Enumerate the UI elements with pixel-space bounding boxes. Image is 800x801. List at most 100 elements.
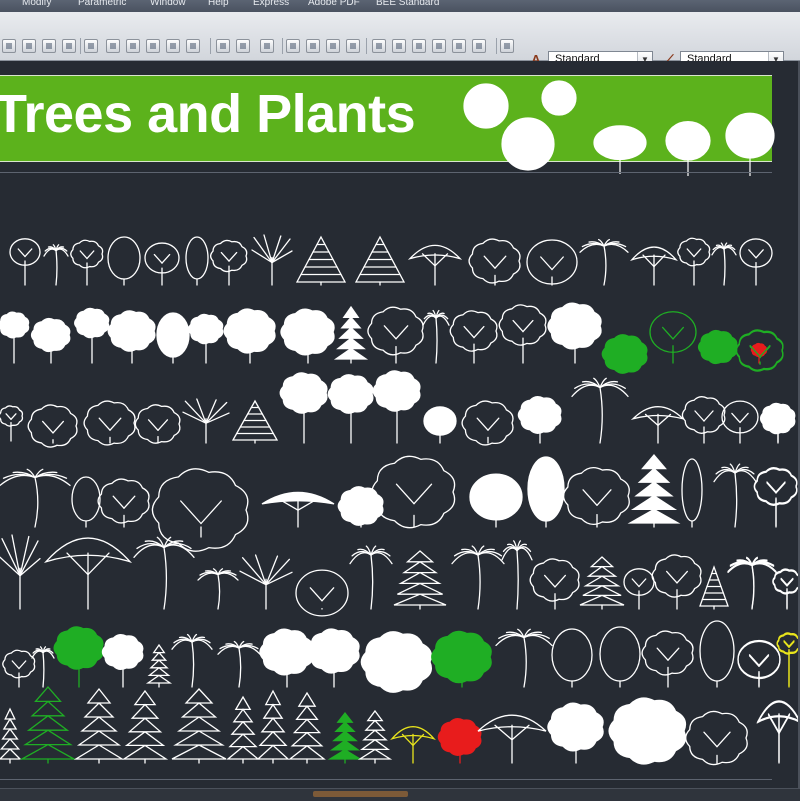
tree-block[interactable]	[197, 568, 239, 610]
tree-block[interactable]	[697, 329, 738, 365]
tree-block[interactable]	[171, 688, 227, 764]
tree-block[interactable]	[0, 405, 24, 442]
menu-modify[interactable]: Modify	[22, 0, 51, 8]
tree-block[interactable]	[0, 311, 30, 364]
menu-adobe-pdf[interactable]: Adobe PDF	[308, 0, 360, 8]
tree-block[interactable]	[53, 626, 104, 688]
tree-block[interactable]	[134, 404, 181, 444]
horizontal-scrollbar-thumb[interactable]	[313, 791, 408, 797]
toolbar-tool-button[interactable]	[84, 39, 98, 53]
tree-block[interactable]	[461, 400, 514, 446]
toolbar-tool-button[interactable]	[166, 39, 180, 53]
toolbar-tool-button[interactable]	[146, 39, 160, 53]
tree-block[interactable]	[681, 396, 726, 444]
toolbar-tool-button[interactable]	[452, 39, 466, 53]
tree-block[interactable]	[261, 491, 335, 528]
tree-block[interactable]	[9, 238, 41, 286]
tree-block[interactable]	[360, 631, 432, 693]
tree-block[interactable]	[333, 305, 369, 364]
tree-block[interactable]	[349, 545, 393, 610]
menu-express[interactable]: Express	[253, 0, 289, 8]
tree-block[interactable]	[73, 687, 125, 764]
toolbar-tool-button[interactable]	[216, 39, 230, 53]
menu-help[interactable]: Help	[208, 0, 229, 8]
tree-block[interactable]	[295, 569, 349, 617]
tree-block[interactable]	[279, 372, 328, 444]
tree-block[interactable]	[526, 239, 578, 286]
toolbar-tool-button[interactable]	[260, 39, 274, 53]
tree-block[interactable]	[699, 565, 729, 610]
tree-block[interactable]	[2, 649, 36, 688]
tree-block[interactable]	[677, 237, 711, 286]
tree-block[interactable]	[145, 643, 173, 688]
tree-block[interactable]	[451, 545, 505, 610]
tree-block[interactable]	[422, 309, 450, 364]
tree-block[interactable]	[390, 726, 436, 764]
tree-block[interactable]	[185, 236, 209, 286]
tree-block[interactable]	[209, 239, 248, 286]
toolbar-tool-button[interactable]	[412, 39, 426, 53]
tree-block[interactable]	[713, 463, 757, 528]
tree-block[interactable]	[468, 238, 521, 286]
toolbar-tool-button[interactable]	[392, 39, 406, 53]
tree-block[interactable]	[501, 540, 533, 610]
tree-block[interactable]	[71, 476, 101, 528]
tree-block[interactable]	[280, 308, 335, 364]
tree-block[interactable]	[685, 710, 748, 766]
tree-block[interactable]	[681, 458, 703, 528]
tree-block[interactable]	[337, 486, 384, 528]
tree-block[interactable]	[651, 554, 702, 610]
toolbar-tool-button[interactable]	[372, 39, 386, 53]
tree-block[interactable]	[601, 334, 648, 374]
toolbar-tool-button[interactable]	[306, 39, 320, 53]
tree-block[interactable]	[469, 473, 523, 528]
toolbar-tool-button[interactable]	[186, 39, 200, 53]
toolbar-tool-button[interactable]	[286, 39, 300, 53]
tree-block[interactable]	[0, 707, 22, 764]
tree-block[interactable]	[431, 630, 492, 688]
tree-block[interactable]	[295, 235, 347, 286]
tree-block[interactable]	[101, 633, 144, 688]
toolbar-tool-button[interactable]	[432, 39, 446, 53]
tree-block[interactable]	[19, 686, 77, 764]
tree-block[interactable]	[31, 646, 55, 688]
tree-block[interactable]	[251, 234, 293, 286]
toolbar-tool-button[interactable]	[2, 39, 16, 53]
tree-block[interactable]	[30, 317, 71, 364]
tree-block[interactable]	[495, 628, 553, 688]
tree-block[interactable]	[630, 406, 686, 444]
tree-block[interactable]	[97, 478, 150, 528]
toolbar-tool-button[interactable]	[346, 39, 360, 53]
toolbar-tool-button[interactable]	[236, 39, 250, 53]
tree-block[interactable]	[579, 556, 625, 610]
tree-block[interactable]	[43, 244, 69, 286]
tree-block[interactable]	[171, 633, 213, 688]
tree-block[interactable]	[608, 697, 687, 765]
tree-block[interactable]	[547, 702, 604, 764]
tree-block[interactable]	[372, 370, 421, 444]
tree-block[interactable]	[133, 536, 195, 610]
tree-block[interactable]	[0, 468, 71, 528]
toolbar-tool-button[interactable]	[42, 39, 56, 53]
tree-block[interactable]	[239, 554, 293, 610]
toolbar-tool-button[interactable]	[472, 39, 486, 53]
tree-block[interactable]	[70, 239, 104, 286]
tree-block[interactable]	[327, 374, 374, 444]
tree-block[interactable]	[699, 620, 735, 688]
tree-block[interactable]	[223, 308, 276, 364]
tree-block[interactable]	[772, 568, 800, 609]
tree-block[interactable]	[517, 396, 562, 444]
tree-block[interactable]	[547, 302, 602, 364]
tree-block[interactable]	[107, 236, 141, 286]
tree-block[interactable]	[649, 311, 697, 364]
tree-block[interactable]	[151, 468, 249, 552]
tree-block[interactable]	[327, 711, 363, 764]
tree-block[interactable]	[423, 406, 457, 444]
tree-block[interactable]	[307, 628, 360, 688]
tree-block[interactable]	[571, 377, 629, 444]
tree-block[interactable]	[288, 691, 326, 764]
tree-block[interactable]	[562, 466, 630, 528]
tree-block[interactable]	[156, 312, 190, 364]
tree-block[interactable]	[27, 404, 78, 448]
menu-parametric[interactable]: Parametric	[78, 0, 126, 8]
